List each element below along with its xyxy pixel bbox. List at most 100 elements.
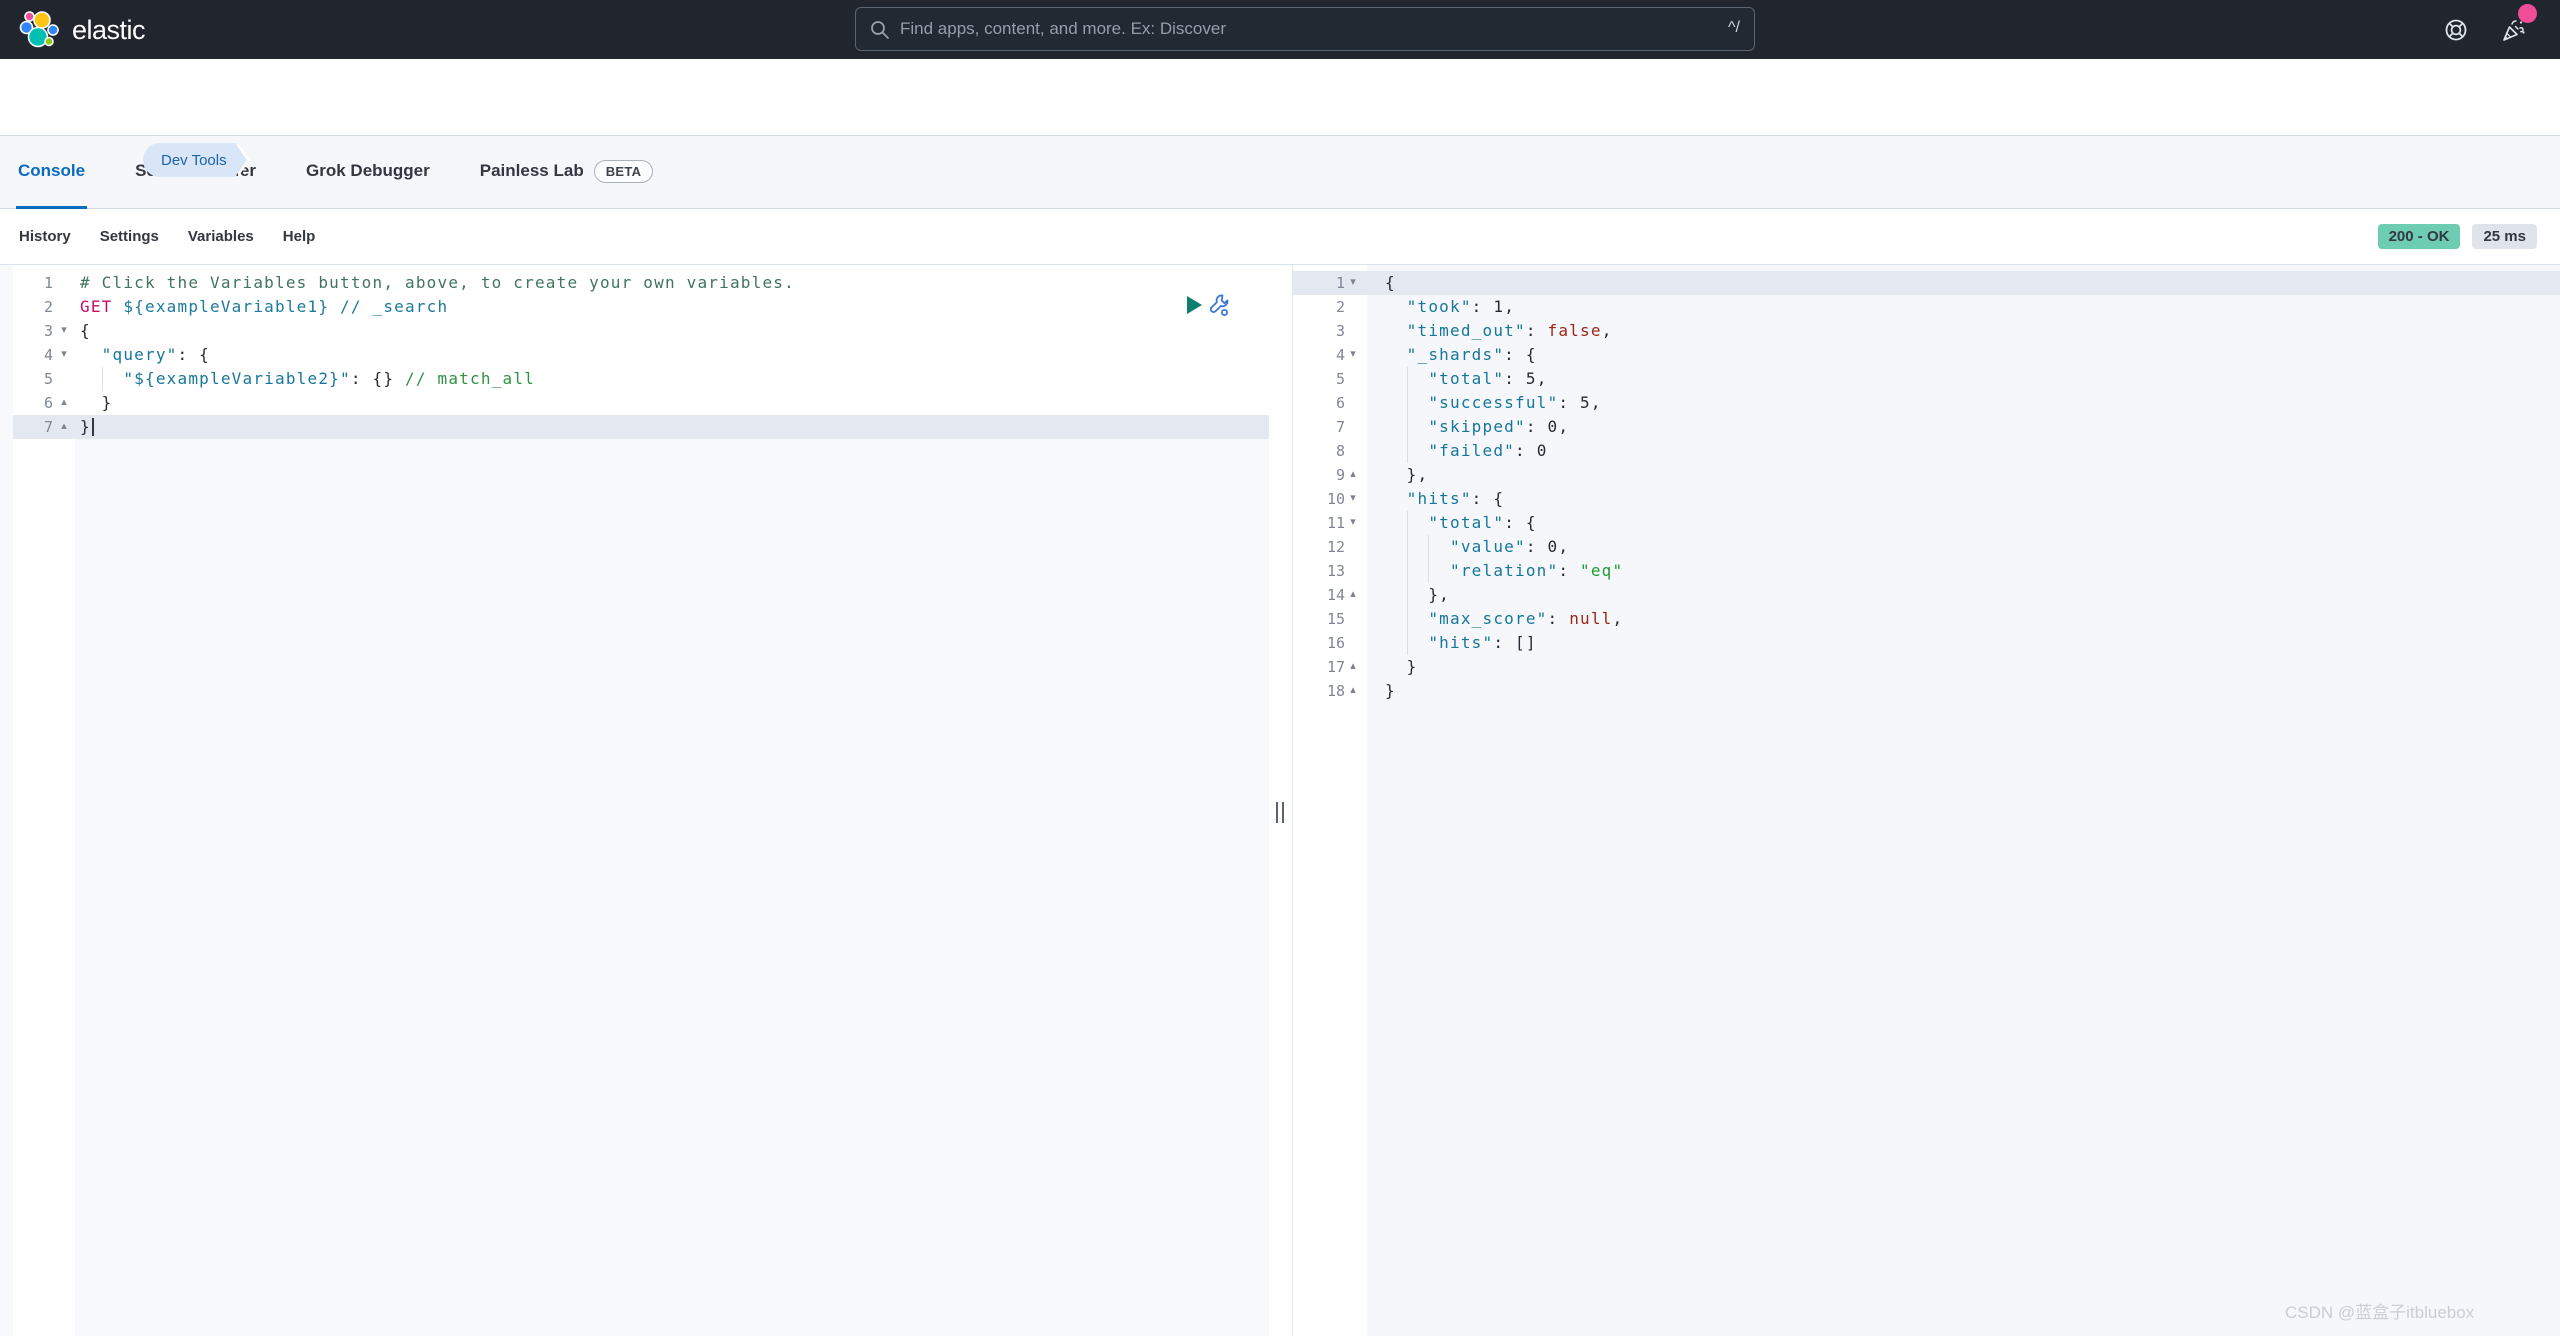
token-punct: ,	[1558, 417, 1569, 436]
token-punct: ,	[1613, 609, 1624, 628]
token-num: 0	[1537, 441, 1548, 460]
token-punct	[1385, 345, 1407, 364]
response-code-line: "max_score": null,	[1385, 607, 1623, 631]
token-punct: :	[1526, 321, 1548, 340]
response-code-line: {	[1385, 271, 1396, 295]
watermark: CSDN @蓝盒子itbluebox	[2285, 1298, 2474, 1323]
response-code-line: "took": 1,	[1385, 295, 1515, 319]
token-punct: :	[1504, 369, 1526, 388]
console-app: elastic ^/	[0, 0, 2560, 1336]
token-punct: }	[1385, 657, 1418, 676]
token-key: "timed_out"	[1407, 321, 1526, 340]
token-punct: }	[1385, 681, 1396, 700]
response-code-line: "total": 5,	[1385, 367, 1548, 391]
response-code-line: },	[1385, 463, 1428, 487]
response-line-number: 11	[1295, 511, 1345, 535]
response-code-line: "total": {	[1385, 511, 1537, 535]
response-code-line: "relation": "eq"	[1385, 559, 1623, 583]
token-key: "relation"	[1450, 561, 1558, 580]
token-punct	[1385, 609, 1428, 628]
response-line-number: 14	[1295, 583, 1345, 607]
token-punct	[1385, 537, 1450, 556]
token-punct	[1385, 489, 1407, 508]
token-num: 0	[1548, 537, 1559, 556]
token-punct: :	[1548, 609, 1570, 628]
response-code-layer: 1▾{2 "took": 1,3 "timed_out": false,4▾ "…	[0, 0, 2560, 1336]
response-line-number: 5	[1295, 367, 1345, 391]
token-punct	[1385, 561, 1450, 580]
token-punct	[1385, 513, 1428, 532]
response-line-number: 16	[1295, 631, 1345, 655]
token-punct: :	[1526, 537, 1548, 556]
response-code-line: "_shards": {	[1385, 343, 1537, 367]
breadcrumb-label: Dev Tools	[161, 152, 227, 169]
token-punct: ,	[1591, 393, 1602, 412]
fold-toggle-icon[interactable]: ▾	[1346, 487, 1360, 511]
response-line-number: 12	[1295, 535, 1345, 559]
token-punct: ,	[1537, 369, 1548, 388]
token-key: "skipped"	[1428, 417, 1526, 436]
token-key: "failed"	[1428, 441, 1515, 460]
token-punct: : {	[1472, 489, 1505, 508]
token-key: "total"	[1428, 513, 1504, 532]
request-options-wrench-icon[interactable]	[1208, 293, 1230, 317]
response-code-line: "hits": []	[1385, 631, 1537, 655]
token-key: "hits"	[1407, 489, 1472, 508]
breadcrumb-dev-tools[interactable]: Dev Tools	[143, 143, 235, 177]
response-line-number: 18	[1295, 679, 1345, 703]
token-punct: : {	[1504, 345, 1537, 364]
response-active-line-highlight	[1293, 271, 2560, 295]
request-actions	[1187, 293, 1230, 317]
token-punct	[1385, 393, 1428, 412]
token-punct	[1385, 417, 1428, 436]
token-punct	[1385, 297, 1407, 316]
token-key: "total"	[1428, 369, 1504, 388]
response-code-line: }	[1385, 679, 1396, 703]
token-key: "hits"	[1428, 633, 1493, 652]
response-line-number: 13	[1295, 559, 1345, 583]
response-code-line: }	[1385, 655, 1418, 679]
response-line-number: 1	[1295, 271, 1345, 295]
response-line-number: 17	[1295, 655, 1345, 679]
response-code-line: "hits": {	[1385, 487, 1504, 511]
token-punct: :	[1526, 417, 1548, 436]
response-code-line: "failed": 0	[1385, 439, 1548, 463]
token-punct: :	[1472, 297, 1494, 316]
token-punct: : {	[1504, 513, 1537, 532]
fold-toggle-icon[interactable]: ▴	[1346, 679, 1360, 703]
token-punct: },	[1385, 585, 1450, 604]
response-line-number: 15	[1295, 607, 1345, 631]
response-code-line: "successful": 5,	[1385, 391, 1602, 415]
token-lit: false	[1548, 321, 1602, 340]
token-punct: :	[1558, 393, 1580, 412]
fold-toggle-icon[interactable]: ▴	[1346, 583, 1360, 607]
token-punct	[1385, 321, 1407, 340]
token-punct: ,	[1558, 537, 1569, 556]
token-punct: {	[1385, 273, 1396, 292]
token-punct: :	[1558, 561, 1580, 580]
send-request-icon[interactable]	[1187, 296, 1202, 314]
response-line-number: 6	[1295, 391, 1345, 415]
response-code-line: "skipped": 0,	[1385, 415, 1569, 439]
token-key: "_shards"	[1407, 345, 1505, 364]
token-str: "eq"	[1580, 561, 1623, 580]
fold-toggle-icon[interactable]: ▴	[1346, 463, 1360, 487]
response-line-number: 2	[1295, 295, 1345, 319]
token-punct	[1385, 633, 1428, 652]
response-line-number: 10	[1295, 487, 1345, 511]
fold-toggle-icon[interactable]: ▴	[1346, 655, 1360, 679]
token-key: "value"	[1450, 537, 1526, 556]
token-num: 0	[1548, 417, 1559, 436]
token-key: "successful"	[1428, 393, 1558, 412]
token-punct: :	[1515, 441, 1537, 460]
token-lit: null	[1569, 609, 1612, 628]
response-code-line: "timed_out": false,	[1385, 319, 1613, 343]
fold-toggle-icon[interactable]: ▾	[1346, 511, 1360, 535]
response-line-number: 4	[1295, 343, 1345, 367]
token-num: 5	[1580, 393, 1591, 412]
token-punct: ,	[1602, 321, 1613, 340]
token-num: 5	[1526, 369, 1537, 388]
fold-toggle-icon[interactable]: ▾	[1346, 271, 1360, 295]
token-key: "max_score"	[1428, 609, 1547, 628]
fold-toggle-icon[interactable]: ▾	[1346, 343, 1360, 367]
